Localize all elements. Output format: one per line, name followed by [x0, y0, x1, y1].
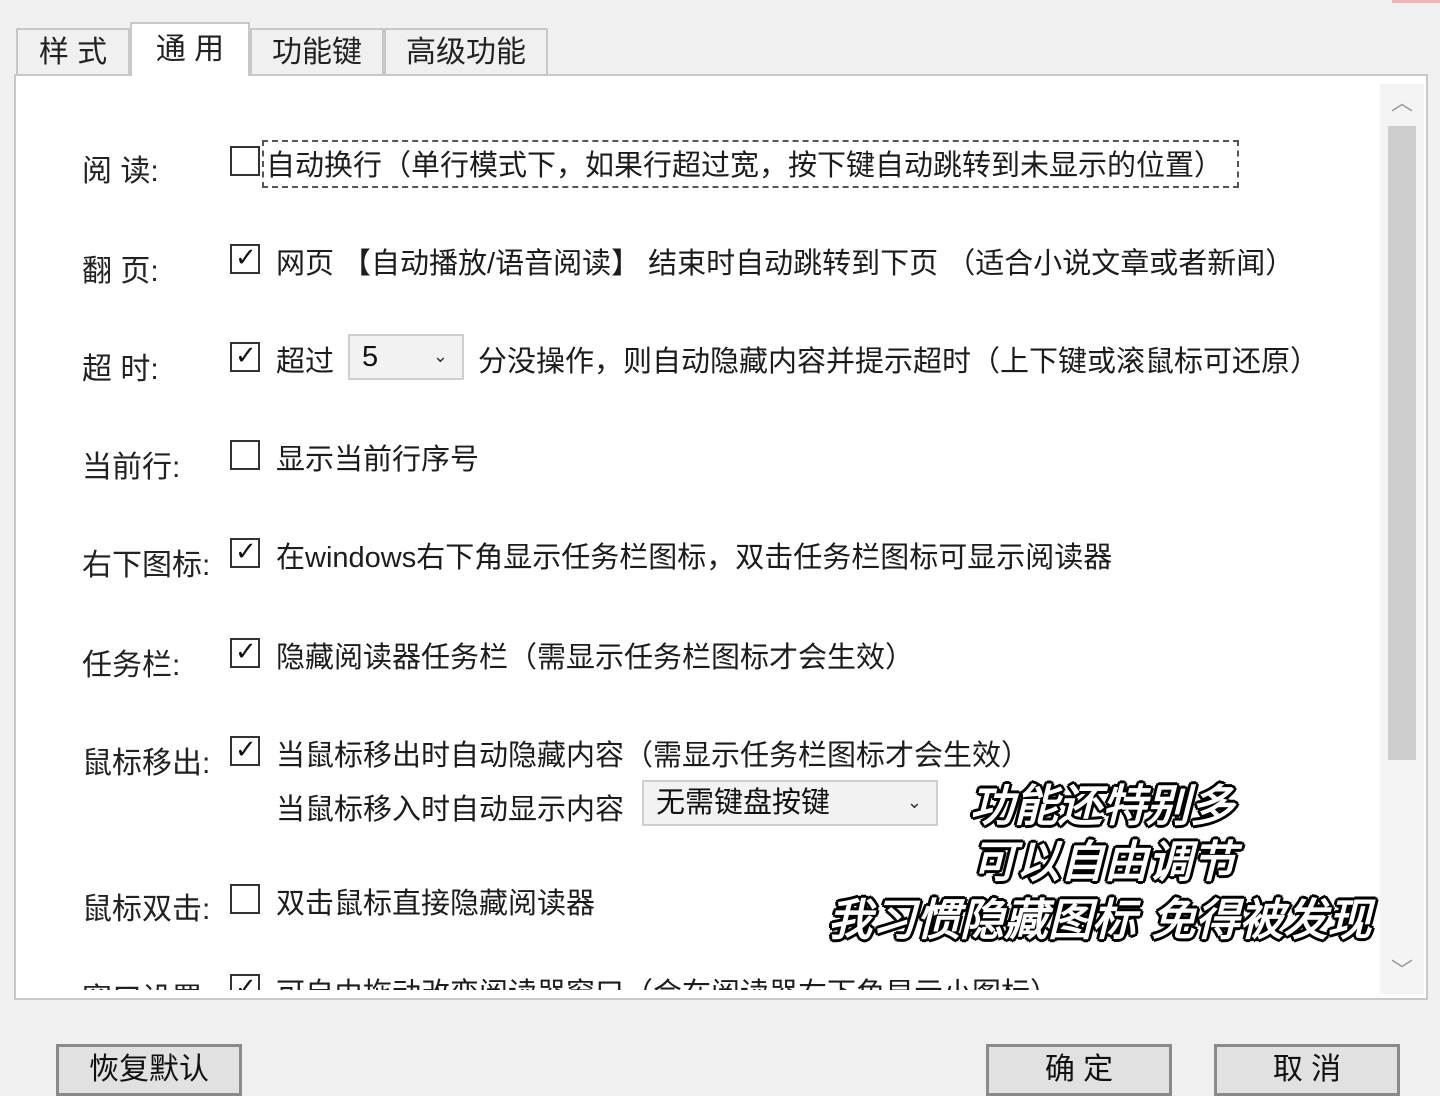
setting-row-taskbar: 任务栏: ✓ 隐藏阅读器任务栏（需显示任务栏图标才会生效）: [16, 634, 1376, 682]
taskbar-checkbox[interactable]: ✓: [230, 638, 260, 668]
timeout-minutes-select[interactable]: 5 ⌄: [348, 334, 464, 380]
mouse-out-label: 鼠标移出:: [82, 747, 211, 780]
caption-line-3: 我习惯隐藏图标 免得被发现: [828, 895, 1372, 946]
current-line-checkbox[interactable]: [230, 440, 260, 470]
double-click-label: 鼠标双击:: [82, 893, 211, 926]
chevron-up-icon[interactable]: ︿: [1380, 84, 1424, 124]
current-line-text[interactable]: 显示当前行序号: [276, 436, 479, 478]
tray-icon-text[interactable]: 在windows右下角显示任务栏图标，双击任务栏图标可显示阅读器: [276, 534, 1112, 576]
window-setting-text[interactable]: 可自由拖动改变阅读器窗口（会在阅读器右下角显示小图标）: [276, 970, 1059, 990]
tab-hotkeys[interactable]: 功能键: [250, 28, 384, 74]
window-setting-checkbox[interactable]: ✓: [230, 974, 260, 990]
check-icon: ✓: [235, 341, 257, 371]
page-turn-label: 翻 页:: [82, 255, 159, 288]
restore-defaults-button[interactable]: 恢复默认: [56, 1044, 242, 1096]
tray-icon-label: 右下图标:: [82, 549, 211, 582]
timeout-minutes-value: 5: [362, 341, 379, 373]
check-icon: ✓: [235, 973, 257, 990]
setting-row-tray-icon: 右下图标: ✓ 在windows右下角显示任务栏图标，双击任务栏图标可显示阅读器: [16, 534, 1376, 582]
timeout-label: 超 时:: [82, 353, 159, 386]
taskbar-text[interactable]: 隐藏阅读器任务栏（需显示任务栏图标才会生效）: [276, 634, 914, 676]
current-line-label: 当前行:: [82, 451, 181, 484]
mouse-in-key-value: 无需键盘按键: [656, 787, 831, 819]
tab-general[interactable]: 通 用: [130, 22, 250, 76]
chevron-down-icon: ⌄: [432, 346, 448, 367]
check-icon: ✓: [235, 537, 257, 567]
check-icon: ✓: [235, 735, 257, 765]
taskbar-label: 任务栏:: [82, 649, 181, 682]
ok-button[interactable]: 确 定: [986, 1044, 1172, 1096]
reading-wrap-text[interactable]: 自动换行（单行模式下，如果行超过宽，按下键自动跳转到未显示的位置）: [262, 140, 1240, 188]
reading-label: 阅 读:: [82, 155, 159, 188]
tab-style[interactable]: 样 式: [16, 28, 130, 74]
setting-row-reading: 阅 读: 自动换行（单行模式下，如果行超过宽，按下键自动跳转到未显示的位置）: [16, 140, 1376, 188]
cancel-button[interactable]: 取 消: [1214, 1044, 1400, 1096]
tab-advanced[interactable]: 高级功能: [384, 28, 548, 74]
window-setting-label: 窗口设置:: [82, 974, 210, 990]
setting-row-current-line: 当前行: 显示当前行序号: [16, 436, 1376, 484]
mouse-in-text: 当鼠标移入时自动显示内容: [276, 794, 625, 826]
double-click-checkbox[interactable]: [230, 884, 260, 914]
mouse-out-text[interactable]: 当鼠标移出时自动隐藏内容（需显示任务栏图标才会生效）: [276, 732, 1030, 774]
setting-row-timeout: 超 时: ✓ 超过 5 ⌄ 分没操作，则自动隐藏内容并提示超时（上下键或滚鼠标可…: [16, 334, 1376, 386]
caption-line-2: 可以自由调节: [972, 837, 1236, 888]
setting-row-page-turn: 翻 页: ✓ 网页 【自动播放/语音阅读】 结束时自动跳转到下页 （适合小说文章…: [16, 238, 1376, 288]
page-turn-checkbox[interactable]: ✓: [230, 244, 260, 274]
double-click-text[interactable]: 双击鼠标直接隐藏阅读器: [276, 880, 595, 922]
page-turn-text[interactable]: 网页 【自动播放/语音阅读】 结束时自动跳转到下页 （适合小说文章或者新闻）: [276, 240, 1294, 282]
check-icon: ✓: [235, 243, 257, 273]
scrollbar-thumb[interactable]: [1388, 126, 1416, 760]
chevron-down-icon[interactable]: ﹀: [1380, 952, 1424, 992]
tray-icon-checkbox[interactable]: ✓: [230, 538, 260, 568]
window-corner-accent: [1392, 0, 1440, 3]
timeout-prefix-text: 超过: [276, 346, 335, 378]
mouse-in-key-select[interactable]: 无需键盘按键 ⌄: [642, 780, 938, 826]
chevron-down-icon: ⌄: [906, 792, 922, 813]
vertical-scrollbar[interactable]: ︿ ﹀: [1380, 84, 1424, 994]
caption-line-1: 功能还特别多: [970, 781, 1234, 832]
setting-row-window: 窗口设置: ✓ 可自由拖动改变阅读器窗口（会在阅读器右下角显示小图标）: [16, 970, 1376, 990]
reading-wrap-checkbox[interactable]: [230, 146, 260, 176]
check-icon: ✓: [235, 637, 257, 667]
timeout-suffix-text: 分没操作，则自动隐藏内容并提示超时（上下键或滚鼠标可还原）: [478, 346, 1320, 378]
timeout-checkbox[interactable]: ✓: [230, 342, 260, 372]
mouse-out-checkbox[interactable]: ✓: [230, 736, 260, 766]
